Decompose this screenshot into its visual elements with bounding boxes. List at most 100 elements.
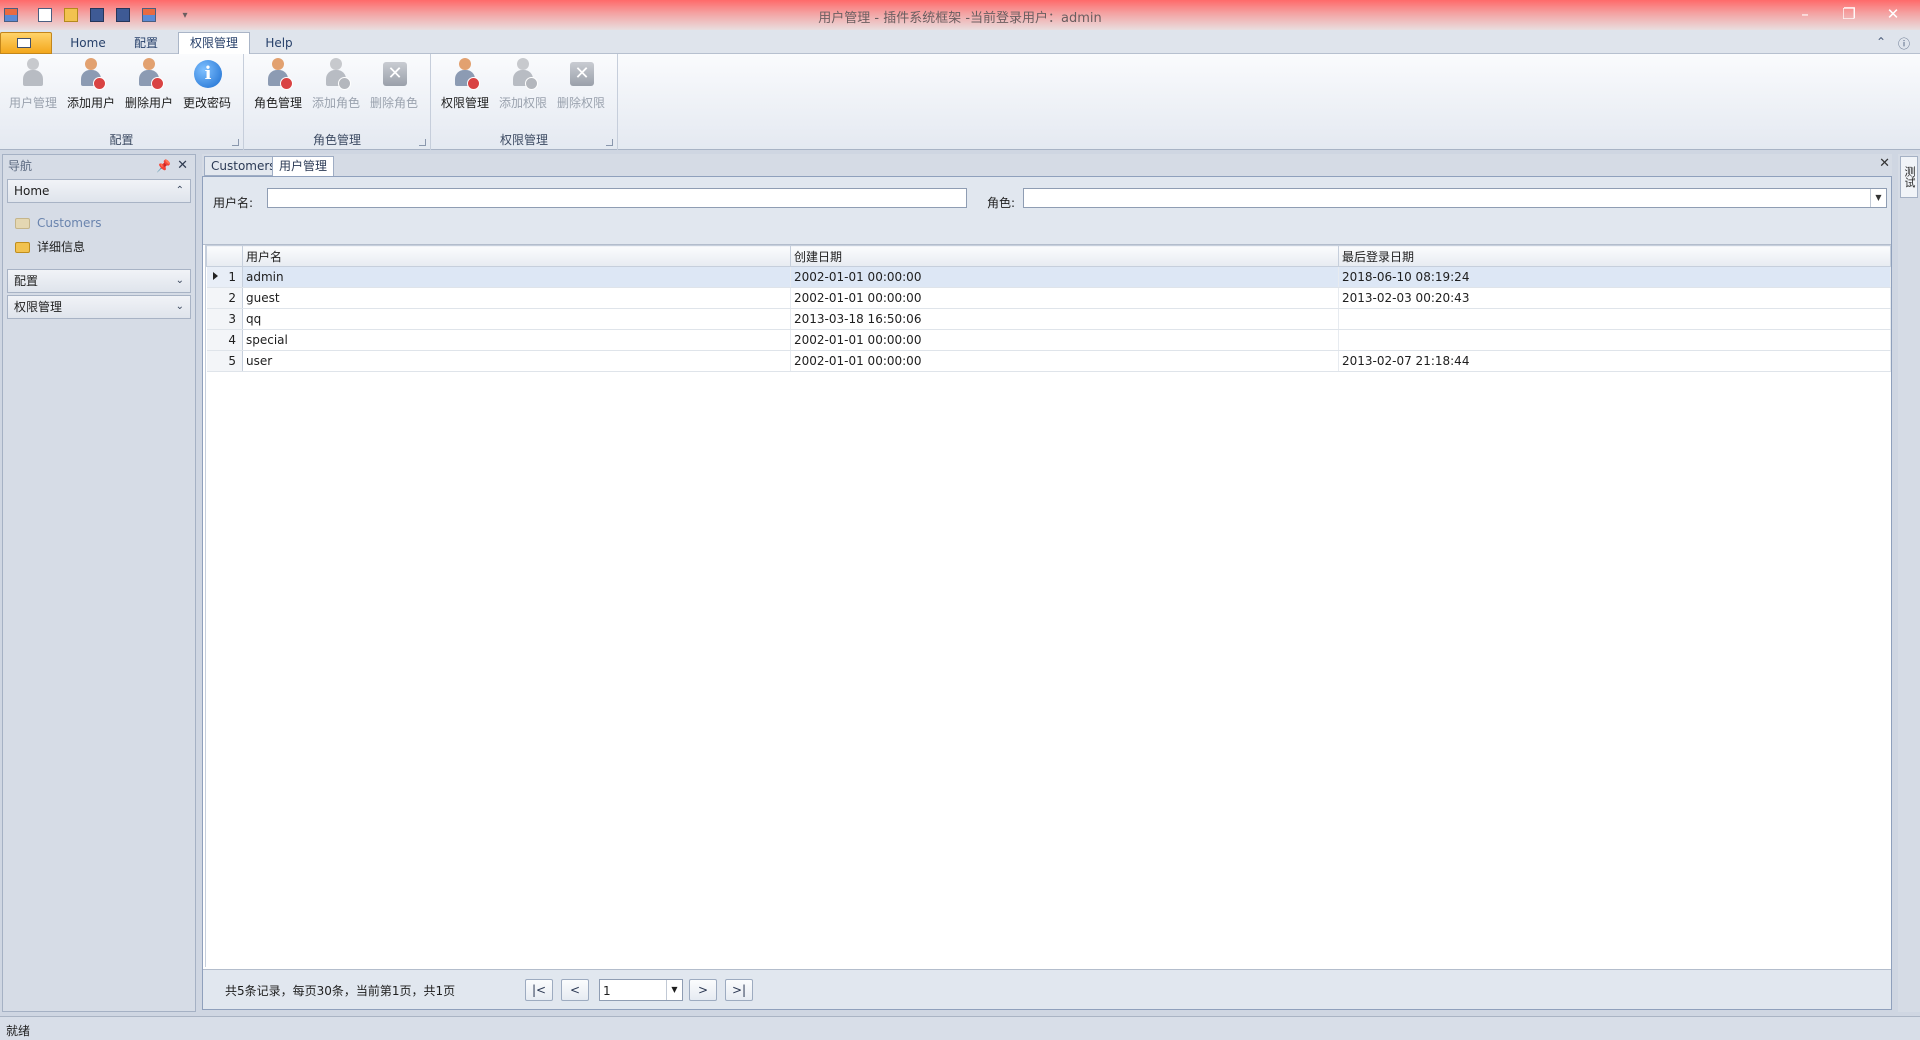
chevron-down-icon[interactable]: ▼	[1870, 189, 1886, 207]
permission-management-button[interactable]: 权限管理	[437, 58, 493, 114]
chevron-down-icon: ⌄	[175, 275, 184, 286]
close-window-button[interactable]: ✕	[1878, 4, 1908, 24]
cell-created[interactable]: 2002-01-01 00:00:00	[790, 287, 1339, 309]
row-number[interactable]: 5	[206, 350, 243, 372]
username-input[interactable]	[267, 188, 967, 208]
application-menu-button[interactable]	[0, 32, 52, 54]
group-caption-permissions: 权限管理	[499, 133, 548, 147]
add-role-icon	[319, 58, 353, 92]
ribbon-group-roles: 角色管理 添加角色 ✕ 删除角色 角色管理	[244, 54, 431, 150]
tab-help[interactable]: Help	[256, 34, 302, 54]
cell-last-login[interactable]	[1338, 308, 1891, 330]
page-value: 1	[603, 984, 611, 998]
minimize-button[interactable]: –	[1790, 4, 1820, 24]
cell-username[interactable]: admin	[242, 266, 791, 288]
nav-group-config[interactable]: 配置 ⌄	[7, 269, 191, 293]
cell-created[interactable]: 2002-01-01 00:00:00	[790, 266, 1339, 288]
row-number-header[interactable]	[206, 245, 243, 267]
users-grid: 用户名 创建日期 最后登录日期 1 admin 2002-01-01 00:00…	[205, 245, 1891, 967]
cell-created[interactable]: 2013-03-18 16:50:06	[790, 308, 1339, 330]
ribbon-tab-row: Home 配置 权限管理 Help ⌃ ⓘ	[0, 30, 1920, 55]
tab-config[interactable]: 配置	[120, 34, 172, 54]
cell-created[interactable]: 2002-01-01 00:00:00	[790, 329, 1339, 351]
doc-tab-user-management[interactable]: 用户管理	[272, 156, 335, 176]
add-permission-button[interactable]: 添加权限	[495, 58, 551, 114]
row-number[interactable]: 2	[206, 287, 243, 309]
permission-icon	[448, 58, 482, 92]
table-row[interactable]: 1 admin 2002-01-01 00:00:00 2018-06-10 0…	[206, 266, 1891, 288]
group-expand-icon[interactable]	[232, 139, 239, 146]
ribbon: 用户管理 添加用户 删除用户 i 更改密码 配置 角色管理 添加角色 ✕ 删除角…	[0, 54, 1920, 150]
tab-home[interactable]: Home	[62, 34, 114, 54]
table-row[interactable]: 4 special 2002-01-01 00:00:00	[206, 329, 1891, 351]
delete-user-button[interactable]: 删除用户	[121, 58, 177, 114]
row-number[interactable]: 3	[206, 308, 243, 330]
row-number[interactable]: 4	[206, 329, 243, 351]
close-document-icon[interactable]: ✕	[1879, 156, 1890, 171]
cell-username[interactable]: user	[242, 350, 791, 372]
cell-username[interactable]: qq	[242, 308, 791, 330]
chevron-up-icon: ⌃	[175, 185, 184, 196]
user-management-button[interactable]: 用户管理	[5, 58, 61, 114]
folder-icon	[15, 218, 30, 229]
restore-button[interactable]: ❐	[1834, 4, 1864, 24]
nav-title: 导航	[8, 159, 33, 173]
previous-page-button[interactable]: <	[561, 979, 589, 1001]
delete-icon: ✕	[564, 58, 598, 92]
page-select[interactable]: 1 ▼	[599, 979, 683, 1001]
change-password-button[interactable]: i 更改密码	[179, 58, 235, 114]
chevron-down-icon[interactable]: ▼	[666, 980, 682, 1000]
cell-last-login[interactable]: 2013-02-03 00:20:43	[1338, 287, 1891, 309]
dock-tab-test[interactable]: 测试	[1900, 156, 1918, 198]
add-user-button[interactable]: 添加用户	[63, 58, 119, 114]
delete-icon: ✕	[377, 58, 411, 92]
role-icon	[261, 58, 295, 92]
cell-last-login[interactable]	[1338, 329, 1891, 351]
minimize-ribbon-icon[interactable]: ⌃	[1876, 35, 1886, 49]
navigation-pane: 导航 📌 ✕ Home ⌃ Customers 详细信息 配置 ⌄ 权限管理 ⌄	[2, 154, 196, 1012]
add-role-button[interactable]: 添加角色	[308, 58, 364, 114]
nav-group-home[interactable]: Home ⌃	[7, 179, 191, 203]
about-icon[interactable]: ⓘ	[1898, 35, 1910, 52]
nav-group-permissions[interactable]: 权限管理 ⌄	[7, 295, 191, 319]
group-expand-icon[interactable]	[419, 139, 426, 146]
role-select[interactable]: ▼	[1023, 188, 1887, 208]
cell-created[interactable]: 2002-01-01 00:00:00	[790, 350, 1339, 372]
role-label: 角色:	[987, 196, 1016, 210]
cell-last-login[interactable]: 2018-06-10 08:19:24	[1338, 266, 1891, 288]
folder-icon	[15, 242, 30, 253]
column-header-username[interactable]: 用户名	[242, 245, 791, 267]
info-icon: i	[190, 58, 224, 92]
next-page-button[interactable]: >	[689, 979, 717, 1001]
users-table: 用户名 创建日期 最后登录日期 1 admin 2002-01-01 00:00…	[206, 245, 1891, 372]
group-caption-roles: 角色管理	[312, 133, 361, 147]
pager-summary: 共5条记录，每页30条，当前第1页，共1页	[225, 984, 456, 998]
nav-item-details[interactable]: 详细信息	[3, 235, 195, 259]
cell-username[interactable]: special	[242, 329, 791, 351]
row-number[interactable]: 1	[206, 266, 243, 288]
user-management-document: 用户名: 角色: ▼ 用户名 创建日期 最后登录日期 1 admin 2002-…	[202, 176, 1892, 1010]
last-page-button[interactable]: >|	[725, 979, 753, 1001]
tab-permissions[interactable]: 权限管理	[178, 32, 250, 55]
table-row[interactable]: 3 qq 2013-03-18 16:50:06	[206, 308, 1891, 330]
delete-permission-button[interactable]: ✕ 删除权限	[553, 58, 609, 114]
nav-item-customers[interactable]: Customers	[3, 211, 195, 235]
role-management-button[interactable]: 角色管理	[250, 58, 306, 114]
first-page-button[interactable]: |<	[525, 979, 553, 1001]
ribbon-group-permissions: 权限管理 添加权限 ✕ 删除权限 权限管理	[431, 54, 618, 150]
group-expand-icon[interactable]	[606, 139, 613, 146]
column-header-last-login[interactable]: 最后登录日期	[1338, 245, 1891, 267]
table-header-row: 用户名 创建日期 最后登录日期	[206, 245, 1891, 267]
cell-last-login[interactable]: 2013-02-07 21:18:44	[1338, 350, 1891, 372]
window-title: 用户管理 - 插件系统框架 -当前登录用户：admin	[818, 11, 1102, 26]
username-label: 用户名:	[213, 196, 254, 210]
table-row[interactable]: 2 guest 2002-01-01 00:00:00 2013-02-03 0…	[206, 287, 1891, 309]
delete-role-button[interactable]: ✕ 删除角色	[366, 58, 422, 114]
table-row[interactable]: 5 user 2002-01-01 00:00:00 2013-02-07 21…	[206, 350, 1891, 372]
doc-tab-customers[interactable]: Customers	[204, 156, 283, 176]
column-header-created[interactable]: 创建日期	[790, 245, 1339, 267]
close-icon[interactable]: ✕	[177, 155, 188, 177]
cell-username[interactable]: guest	[242, 287, 791, 309]
delete-user-icon	[132, 58, 166, 92]
pin-icon[interactable]: 📌	[156, 155, 171, 177]
